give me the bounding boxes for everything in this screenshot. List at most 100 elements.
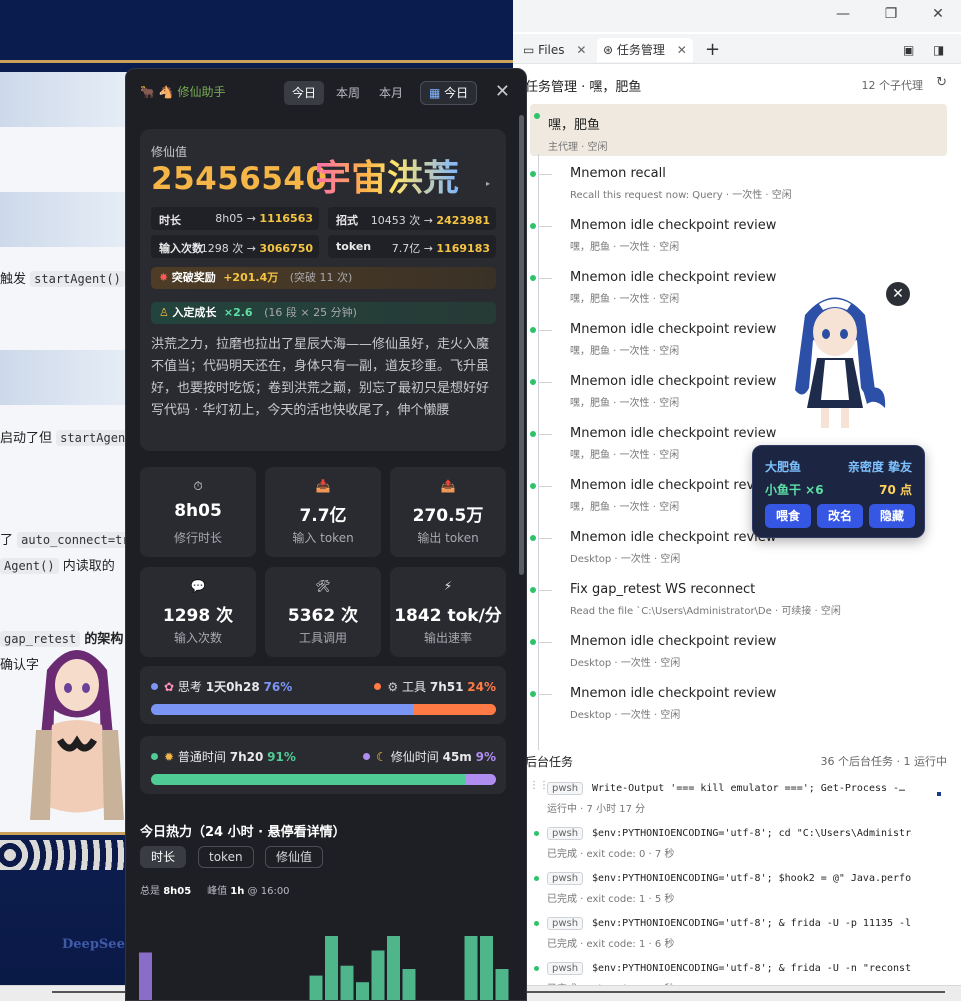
heat-bar-hour-17[interactable] (402, 969, 416, 1001)
heat-bar-hour-14[interactable] (356, 982, 369, 1001)
tab-task-manager[interactable]: ⊛ 任务管理 ✕ (597, 38, 693, 62)
close-icon[interactable]: ✕ (495, 81, 510, 102)
heat-tab-cultivation[interactable]: 修仙值 (265, 846, 324, 868)
status-dot (530, 639, 536, 645)
pet-mascot[interactable] (775, 280, 895, 440)
restore-icon[interactable]: ❐ (879, 6, 903, 26)
outbox-icon: 📤 (440, 479, 456, 493)
drag-handle-icon[interactable]: ⋮⋮ (529, 780, 549, 791)
subagent-count: 12 个子代理 (861, 79, 924, 92)
heat-bar-hour-22[interactable] (480, 936, 493, 1001)
refresh-icon[interactable]: ↻ (936, 75, 947, 90)
heat-bar-hour-15[interactable] (371, 950, 385, 1001)
close-icon[interactable]: ✕ (677, 43, 687, 57)
background-task[interactable]: pwsh $env:PYTHONIOENCODING='utf-8'; $hook… (529, 872, 949, 914)
shell-badge: pwsh (547, 782, 584, 795)
pet-points: 70 点 (879, 483, 912, 497)
tab-today[interactable]: 今日 (284, 81, 325, 105)
calendar-icon: ▦ (429, 86, 441, 100)
subagent-item[interactable]: Fix gap_retest WS reconnect Read the file… (530, 578, 943, 630)
heat-tab-token[interactable]: token (198, 846, 254, 868)
stat-label: 工具调用 (298, 631, 347, 645)
metric-score: 3066750 (259, 242, 313, 255)
panel-toggle-icon[interactable]: ▣ (897, 38, 920, 62)
background-tasks-header: 后台任务 36 个后台任务 · 1 运行中 (513, 750, 961, 772)
hourly-heat-chart[interactable] (136, 901, 516, 1001)
tab-files[interactable]: ▭ Files ✕ (517, 38, 592, 62)
bonus-amount: +201.4万 (223, 271, 279, 284)
heat-bar-hour-11[interactable] (309, 975, 323, 1001)
subagent-title: Fix gap_retest WS reconnect (570, 582, 756, 597)
heat-bar-hour-21[interactable] (464, 936, 478, 1001)
date-picker-button[interactable]: ▦ 今日 (420, 81, 478, 105)
stat-card: 🛠 5362 次工具调用 (265, 567, 381, 657)
stat-value: 1842 tok/分 (394, 606, 502, 626)
heat-bar-hour-13[interactable] (340, 965, 354, 1001)
rename-button[interactable]: 改名 (817, 504, 863, 528)
anime-girl-sticker (30, 650, 124, 820)
heat-bar-hour-0[interactable] (139, 952, 152, 1001)
folder-icon: ▭ (523, 43, 535, 57)
metric-score: 2423981 (436, 214, 490, 227)
main-agent-title: 嘿，肥鱼 (548, 118, 601, 133)
subagent-title: Mnemon idle checkpoint review (570, 374, 777, 389)
pet-bond-level: 亲密度 挚友 (847, 460, 912, 474)
background-task[interactable]: pwsh $env:PYTHONIOENCODING='utf-8'; & fri… (529, 917, 949, 959)
heat-bar-hour-16[interactable] (387, 936, 400, 1001)
metric-base: 10453 次 → (370, 214, 433, 227)
background-task[interactable]: ⋮⋮ pwsh Write-Output '=== kill emulator ==… (529, 780, 949, 824)
chevron-right-icon[interactable]: ▸ (486, 179, 490, 188)
background-task[interactable]: pwsh $env:PYTHONIOENCODING='utf-8'; cd "C… (529, 827, 949, 869)
subagent-item[interactable]: Mnemon recall Recall this request now: Qu… (530, 162, 943, 214)
think-value: 1天0h28 (205, 680, 260, 694)
stat-card: 📥 7.7亿 输入 token (265, 467, 381, 557)
minimize-icon[interactable]: — (831, 6, 855, 26)
tab-week[interactable]: 本周 (328, 81, 368, 105)
legend-dot (151, 683, 158, 690)
cultivation-value: 25456540 (151, 161, 328, 197)
subagent-item[interactable]: Mnemon idle checkpoint review Desktop · 一… (530, 682, 943, 734)
task-status: 已完成 · exit code: 0 · 7 秒 (547, 849, 675, 860)
subagent-item[interactable]: Mnemon idle checkpoint review Desktop · 一… (530, 630, 943, 682)
metric-inputs: 输入次数 1298 次 → 3066750 (151, 235, 319, 258)
new-tab-icon[interactable]: + (699, 38, 726, 62)
close-icon[interactable]: ✕ (576, 43, 586, 57)
tree-connector (538, 538, 552, 539)
shell-badge: pwsh (547, 917, 584, 930)
pet-close-icon[interactable]: ✕ (886, 282, 910, 306)
metric-label: 招式 (336, 214, 358, 227)
metric-base: 7.7亿 → (391, 242, 433, 255)
stat-card: ⏱ 8h05 修行时长 (140, 467, 256, 557)
subagent-status: 嘿，肥鱼 · 一次性 · 空闲 (570, 450, 680, 461)
panel-logo: 🐂 🐴 修仙助手 (140, 85, 226, 99)
think-tool-ratio: ✿ 思考 1天0h28 76% ⚙ 工具 7h51 24% (140, 666, 506, 724)
stat-card: 💬 1298 次输入次数 (140, 567, 256, 657)
task-command: $env:PYTHONIOENCODING='utf-8'; $hook2 = … (592, 873, 912, 884)
tab-task-manager-label: 任务管理 (616, 43, 665, 57)
cult-time-percent: 9% (475, 750, 496, 764)
tree-connector (538, 434, 552, 435)
subagent-title: Mnemon recall (570, 166, 666, 181)
main-agent-item[interactable]: 嘿，肥鱼 主代理 · 空闲 (530, 104, 947, 156)
tree-connector (538, 642, 552, 643)
tab-month[interactable]: 本月 (371, 81, 411, 105)
chat-icon: 💬 (190, 579, 206, 593)
pet-info-card: 大肥鱼 亲密度 挚友 小鱼干 ×6 70 点 喂食 改名 隐藏 (752, 445, 925, 538)
hide-button[interactable]: 隐藏 (869, 504, 915, 528)
metric-base: 8h05 → (215, 212, 256, 225)
status-dot (534, 113, 540, 119)
close-window-icon[interactable]: ✕ (926, 6, 950, 26)
metric-moves: 招式 10453 次 → 2423981 (328, 207, 496, 230)
tool-value: 7h51 (429, 680, 464, 694)
feed-button[interactable]: 喂食 (765, 504, 811, 528)
heat-bar-hour-12[interactable] (325, 936, 338, 1001)
tree-connector (538, 590, 552, 591)
bonus-amount: ×2.6 (223, 306, 253, 319)
heat-tab-duration[interactable]: 时长 (140, 846, 187, 868)
panel-scrollbar[interactable] (519, 115, 524, 575)
subagent-item[interactable]: Mnemon idle checkpoint review 嘿，肥鱼 · 一次性 … (530, 214, 943, 266)
sidebar-toggle-icon[interactable]: ◨ (927, 38, 950, 62)
stat-value: 8h05 (174, 501, 222, 521)
heat-bar-hour-23[interactable] (495, 969, 509, 1001)
sun-icon: ✹ (164, 750, 175, 764)
